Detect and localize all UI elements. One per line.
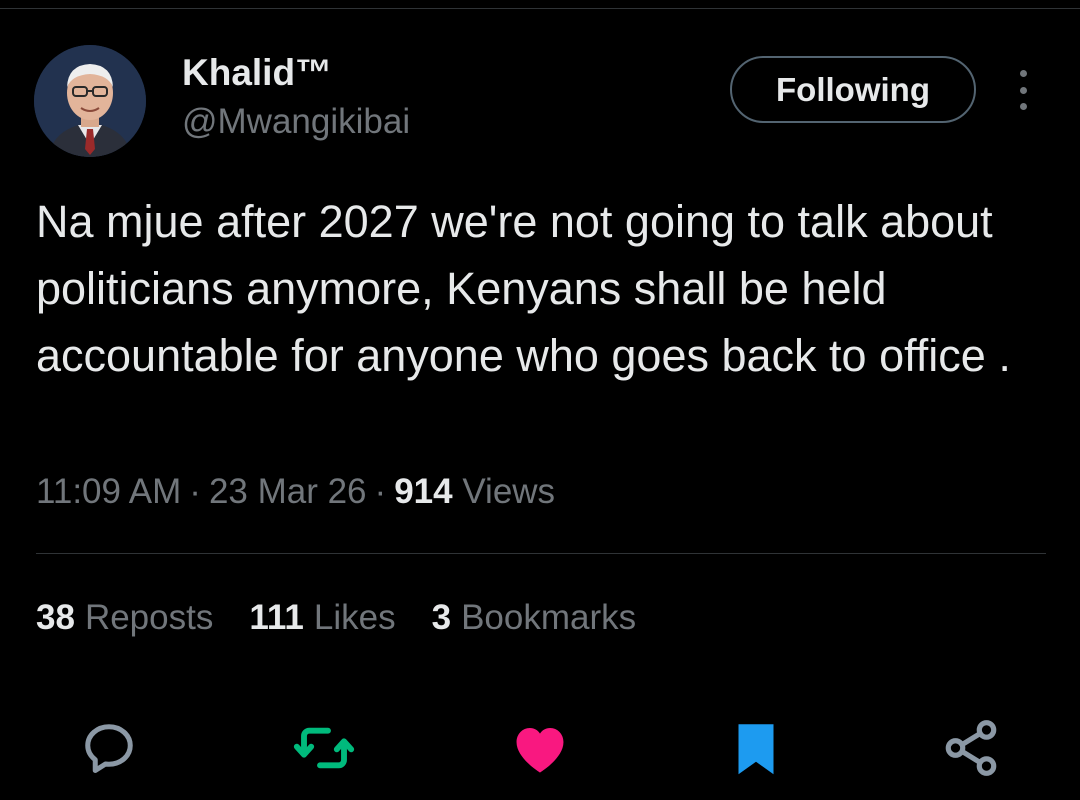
meta-separator: · [374, 472, 387, 511]
more-dot [1019, 103, 1027, 110]
engagement-stats: 38 Reposts 111 Likes 3 Bookmarks [36, 598, 636, 638]
views-count: 914 [394, 472, 453, 511]
reposts-stat[interactable]: 38 Reposts [36, 598, 213, 638]
likes-stat[interactable]: 111 Likes [249, 598, 395, 638]
bookmarks-count: 3 [431, 598, 452, 637]
repost-icon [293, 727, 355, 769]
bookmark-icon [738, 724, 774, 775]
share-button[interactable] [938, 715, 1004, 781]
like-button[interactable] [507, 715, 573, 781]
like-icon [516, 728, 564, 773]
reply-button[interactable] [76, 715, 142, 781]
reply-icon [85, 724, 133, 773]
author-handle[interactable]: @Mwangikibai [182, 102, 410, 142]
views-label: Views [462, 472, 556, 511]
avatar[interactable] [34, 45, 146, 157]
tweet-meta: 11:09 AM · 23 Mar 26 · 914 Views [36, 472, 555, 512]
avatar-image [34, 45, 146, 157]
likes-label: Likes [313, 598, 396, 637]
stats-divider [36, 553, 1046, 554]
reposts-label: Reposts [84, 598, 214, 637]
following-button[interactable]: Following [730, 56, 976, 123]
author-display-name[interactable]: Khalid™ [182, 52, 332, 94]
tweet-text: Na mjue after 2027 we're not going to ta… [36, 196, 1011, 381]
reposts-count: 38 [36, 598, 75, 637]
repost-button[interactable] [291, 715, 357, 781]
top-divider [0, 8, 1080, 9]
action-bar [0, 715, 1080, 781]
tweet-date[interactable]: 23 Mar 26 [209, 472, 367, 511]
more-dot [1019, 86, 1027, 94]
bookmarks-label: Bookmarks [461, 598, 637, 637]
more-dot [1019, 70, 1027, 77]
tweet-time[interactable]: 11:09 AM [36, 472, 181, 511]
more-options-icon[interactable] [1008, 70, 1038, 110]
likes-count: 111 [249, 598, 304, 637]
bookmarks-stat[interactable]: 3 Bookmarks [432, 598, 637, 638]
bookmark-button[interactable] [723, 715, 789, 781]
share-icon [945, 720, 997, 776]
meta-separator: · [189, 472, 201, 511]
